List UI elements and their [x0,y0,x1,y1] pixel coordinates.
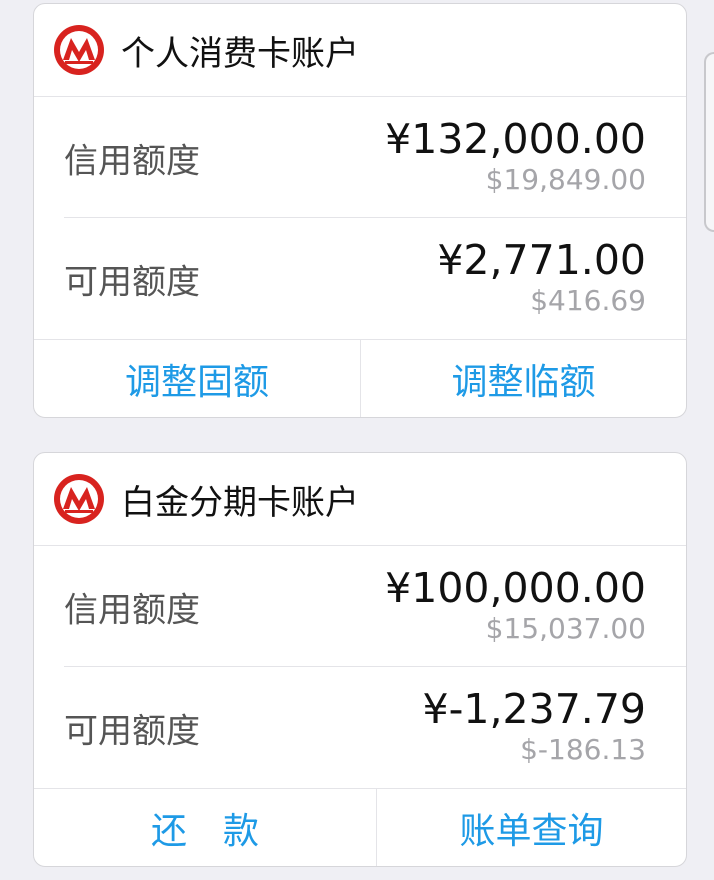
repay-button[interactable]: 还款 [34,789,376,866]
credit-limit-usd: $19,849.00 [485,163,646,196]
available-limit-row: 可用额度 ¥-1,237.79 $-186.13 [34,667,686,788]
card-header: 个人消费卡账户 [34,4,686,97]
credit-limit-row: 信用额度 ¥100,000.00 $15,037.00 [34,546,686,667]
available-limit-cny: ¥2,771.00 [437,236,646,284]
card-header: 白金分期卡账户 [34,453,686,546]
available-limit-row: 可用额度 ¥2,771.00 $416.69 [34,218,686,339]
available-limit-usd: $-186.13 [520,733,646,766]
available-limit-label: 可用额度 [64,711,200,751]
available-limit-usd: $416.69 [530,284,646,317]
adjust-fixed-limit-button[interactable]: 调整固额 [34,340,360,417]
bank-logo-icon [54,474,104,524]
bill-inquiry-button[interactable]: 账单查询 [376,789,686,866]
adjust-temp-limit-button[interactable]: 调整临额 [360,340,686,417]
adjacent-panel-edge [704,52,714,232]
card-title: 白金分期卡账户 [121,482,359,523]
credit-limit-label: 信用额度 [64,141,200,181]
card-title: 个人消费卡账户 [121,33,359,74]
credit-limit-cny: ¥100,000.00 [385,564,646,612]
available-limit-cny: ¥-1,237.79 [422,685,646,733]
credit-limit-cny: ¥132,000.00 [385,115,646,163]
available-limit-label: 可用额度 [64,262,200,302]
account-card-personal: 个人消费卡账户 信用额度 ¥132,000.00 $19,849.00 可用额度… [33,3,687,418]
account-card-platinum-installment: 白金分期卡账户 信用额度 ¥100,000.00 $15,037.00 可用额度… [33,452,687,867]
card-actions: 调整固额 调整临额 [34,339,686,417]
bank-logo-icon [54,25,104,75]
credit-limit-row: 信用额度 ¥132,000.00 $19,849.00 [34,97,686,218]
credit-limit-label: 信用额度 [64,590,200,630]
credit-limit-usd: $15,037.00 [485,612,646,645]
card-actions: 还款 账单查询 [34,788,686,866]
